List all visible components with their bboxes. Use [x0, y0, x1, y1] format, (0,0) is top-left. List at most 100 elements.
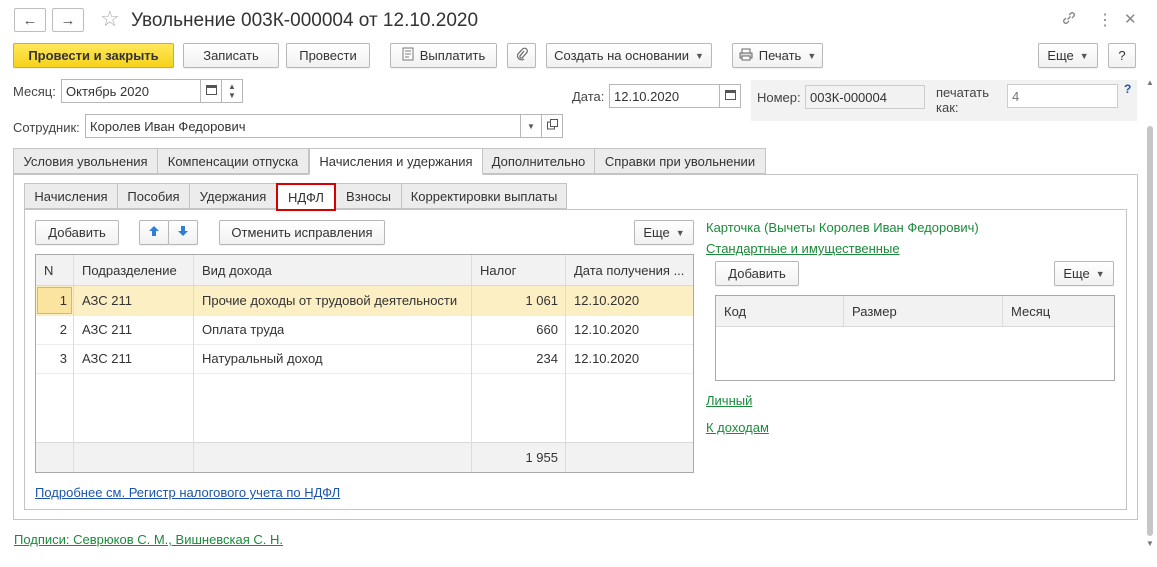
pay-button[interactable]: Выплатить: [390, 43, 497, 68]
cell-income-type: Прочие доходы от трудовой деятельности: [202, 293, 458, 308]
print-as-label: печатать как:: [936, 85, 990, 115]
date-input[interactable]: 12.10.2020: [609, 84, 720, 108]
cell-tax: 660: [536, 322, 558, 337]
ndfl-more-button[interactable]: Еще ▼: [634, 220, 694, 245]
standard-deductions-link[interactable]: Стандартные и имущественные: [706, 241, 900, 256]
subtab-benefits[interactable]: Пособия: [117, 183, 190, 209]
subtab-deductions[interactable]: Удержания: [189, 183, 277, 209]
arrow-left-icon: ←: [22, 11, 38, 29]
date-label: Дата:: [572, 89, 605, 104]
caret-down-icon: ▼: [694, 50, 704, 61]
add-ndfl-button[interactable]: Добавить: [35, 220, 119, 245]
to-incomes-link[interactable]: К доходам: [706, 420, 769, 435]
open-icon: [546, 119, 558, 133]
print-button[interactable]: Печать ▼: [732, 43, 823, 68]
link-icon[interactable]: [1061, 10, 1077, 30]
caret-down-icon: ▼: [807, 50, 817, 61]
deductions-card-title[interactable]: Карточка (Вычеты Королев Иван Федорович): [706, 220, 979, 235]
scroll-up-icon[interactable]: ▲: [1146, 78, 1154, 87]
help-button[interactable]: ?: [1108, 43, 1136, 68]
month-stepper[interactable]: ▲ ▼: [221, 79, 243, 103]
cell-date: 12.10.2020: [574, 322, 640, 337]
post-and-close-button[interactable]: Провести и закрыть: [13, 43, 174, 68]
calendar-icon: [205, 84, 217, 98]
col-header-tax[interactable]: Налог: [480, 255, 516, 286]
subtab-payment-corrections[interactable]: Корректировки выплаты: [401, 183, 567, 209]
stepper-down-icon[interactable]: ▼: [228, 91, 236, 100]
attach-button[interactable]: [507, 43, 536, 68]
tab-vacation-compensation[interactable]: Компенсации отпуска: [157, 148, 309, 174]
more-button[interactable]: Еще ▼: [1038, 43, 1098, 68]
personal-link[interactable]: Личный: [706, 393, 752, 408]
col-header-date[interactable]: Дата получения ...: [574, 255, 692, 286]
cell-department: АЗС 211: [82, 293, 132, 308]
tax-register-link[interactable]: Подробнее см. Регистр налогового учета п…: [35, 485, 340, 500]
stepper-up-icon[interactable]: ▲: [228, 82, 236, 91]
scroll-thumb[interactable]: [1147, 126, 1153, 536]
add-deduction-button[interactable]: Добавить: [715, 261, 799, 286]
tab-additional[interactable]: Дополнительно: [482, 148, 595, 174]
window-title: Увольнение 003К-000004 от 12.10.2020: [131, 10, 479, 31]
signatures-link[interactable]: Подписи: Севрюков С. М., Вишневская С. Н…: [14, 532, 283, 547]
col-header-n[interactable]: N: [44, 255, 53, 286]
star-icon[interactable]: ☆: [100, 6, 120, 32]
calendar-icon: [724, 89, 736, 103]
subtab-ndfl[interactable]: НДФЛ: [276, 183, 336, 211]
post-button[interactable]: Провести: [286, 43, 370, 68]
print-label: Печать: [758, 48, 802, 63]
save-button[interactable]: Записать: [183, 43, 279, 68]
subtab-contributions[interactable]: Взносы: [335, 183, 402, 209]
cell-income-type: Натуральный доход: [202, 351, 323, 366]
cell-tax: 234: [536, 351, 558, 366]
create-based-label: Создать на основании: [554, 48, 689, 63]
close-icon[interactable]: ✕: [1124, 10, 1137, 28]
more-label: Еще: [1047, 48, 1074, 63]
vertical-scrollbar[interactable]: ▲ ▼: [1145, 78, 1155, 548]
create-based-on-button[interactable]: Создать на основании ▼: [546, 43, 712, 68]
number-label: Номер:: [757, 90, 801, 105]
col-header-code[interactable]: Код: [724, 304, 746, 319]
tab-certificates[interactable]: Справки при увольнении: [594, 148, 766, 174]
col-header-month[interactable]: Месяц: [1011, 304, 1050, 319]
employee-dropdown-button[interactable]: ▼: [520, 114, 542, 138]
pay-label: Выплатить: [419, 48, 486, 63]
month-input[interactable]: Октябрь 2020: [61, 79, 201, 103]
number-input[interactable]: 003К-000004: [805, 85, 925, 109]
employee-input[interactable]: Королев Иван Федорович: [85, 114, 521, 138]
cell-n: 3: [59, 351, 67, 366]
caret-down-icon: ▼: [675, 227, 685, 238]
deductions-table[interactable]: Код Размер Месяц: [715, 295, 1115, 381]
calendar-button[interactable]: [200, 79, 222, 103]
caret-down-icon: ▼: [527, 121, 535, 131]
cell-income-type: Оплата труда: [202, 322, 285, 337]
col-header-amount[interactable]: Размер: [852, 304, 897, 319]
more-label: Еще: [643, 225, 670, 240]
table-footer: [36, 442, 693, 472]
move-down-button[interactable]: [168, 220, 198, 245]
cell-date: 12.10.2020: [574, 351, 640, 366]
more-vertical-icon[interactable]: ⋮: [1097, 10, 1113, 30]
print-as-input[interactable]: [1007, 84, 1118, 108]
date-calendar-button[interactable]: [719, 84, 741, 108]
scroll-down-icon[interactable]: ▼: [1146, 539, 1154, 548]
printer-icon: [739, 48, 753, 64]
employee-open-button[interactable]: [541, 114, 563, 138]
help-question-mark[interactable]: ?: [1124, 82, 1131, 96]
subtab-accruals[interactable]: Начисления: [24, 183, 118, 209]
back-button[interactable]: ←: [14, 8, 46, 32]
tab-accruals-deductions[interactable]: Начисления и удержания: [309, 148, 483, 175]
ndfl-table[interactable]: N Подразделение Вид дохода Налог Дата по…: [35, 254, 694, 473]
tab-dismissal-conditions[interactable]: Условия увольнения: [13, 148, 158, 174]
caret-down-icon: ▼: [1079, 50, 1089, 61]
cancel-corrections-button[interactable]: Отменить исправления: [219, 220, 385, 245]
card-more-button[interactable]: Еще ▼: [1054, 261, 1114, 286]
caret-down-icon: ▼: [1095, 268, 1105, 279]
forward-button[interactable]: →: [52, 8, 84, 32]
cell-department: АЗС 211: [82, 351, 132, 366]
document-icon: [402, 47, 414, 64]
more-label: Еще: [1063, 266, 1090, 281]
col-header-income-type[interactable]: Вид дохода: [202, 255, 272, 286]
col-header-department[interactable]: Подразделение: [82, 255, 177, 286]
arrow-right-icon: →: [60, 11, 76, 29]
move-up-button[interactable]: [139, 220, 169, 245]
